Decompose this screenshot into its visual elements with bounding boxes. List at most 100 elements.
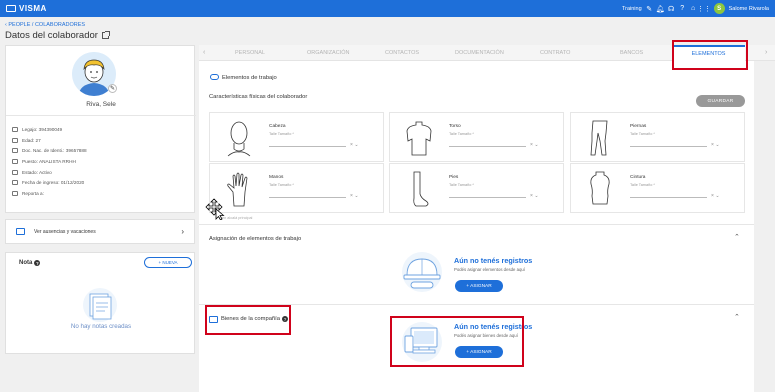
chevron-down-icon[interactable]: ⌄ — [715, 142, 719, 148]
info-text: Doc. Nac. de Identi.: 39657888 — [22, 148, 87, 154]
torso-icon — [406, 121, 432, 156]
logo-mark-icon — [6, 5, 16, 12]
body-part-label: Pies — [449, 175, 459, 180]
notes-illustration-icon — [83, 288, 117, 322]
size-select[interactable] — [269, 146, 346, 147]
apps-grid-icon[interactable]: ⋮⋮ — [697, 5, 711, 13]
size-label: Talle Tamaño * — [630, 132, 655, 136]
info-text: Puesto: ANALISTA RRHH — [22, 158, 76, 164]
size-select[interactable] — [449, 146, 526, 147]
body-card-piernas: Piernas Talle Tamaño * × ⌄ — [570, 112, 745, 162]
tab-scroll-right-icon[interactable]: › — [765, 49, 767, 56]
home-icon[interactable]: ⌂ — [690, 5, 697, 12]
clear-icon[interactable]: × — [530, 142, 533, 148]
size-label: Talle Tamaño * — [630, 183, 655, 187]
nota-title-text: Nota — [19, 260, 33, 266]
help-icon[interactable]: ? — [679, 5, 686, 12]
page-gutter — [754, 61, 775, 392]
vacations-label: Ver ausencias y vacaciones — [34, 228, 96, 235]
info-row-puesto: Puesto: ANALISTA RRHH — [12, 156, 87, 167]
body-card-cabeza: Cabeza Talle Tamaño * × ⌄ — [209, 112, 384, 162]
body-card-torso: Torso Talle Tamaño * × ⌄ — [389, 112, 564, 162]
size-select[interactable] — [630, 146, 707, 147]
cake-icon — [12, 137, 18, 143]
divider — [6, 115, 196, 116]
tab-bancos[interactable]: BANCOS — [620, 50, 643, 56]
vacation-icon — [16, 228, 25, 235]
info-row-reporta: Reporta a: — [12, 188, 87, 199]
clear-icon[interactable]: × — [711, 142, 714, 148]
tab-organizacion[interactable]: ORGANIZACIÓN — [307, 50, 349, 56]
annotation-box — [205, 305, 291, 335]
legs-icon — [590, 120, 608, 156]
chevron-down-icon[interactable]: ⌄ — [354, 142, 358, 148]
notifications-icon[interactable]: 🔔︎ — [656, 5, 665, 13]
chevron-down-icon[interactable]: ⌄ — [534, 142, 538, 148]
chevron-down-icon[interactable]: ⌄ — [354, 193, 358, 199]
size-select-controls[interactable]: × ⌄ — [711, 142, 720, 148]
size-select[interactable] — [449, 197, 526, 198]
assign-elements-button[interactable]: + ASIGNAR — [455, 280, 503, 292]
nota-card: Nota ? + NUEVA No hay notas creadas — [5, 252, 195, 354]
breadcrumb[interactable]: ‹ PEOPLE / COLABORADORES — [5, 22, 85, 28]
top-bar: VISMA Training ✎ 🔔︎ ☊ ? ⌂ ⋮⋮ S Salome Ri… — [0, 0, 775, 17]
tab-contactos[interactable]: CONTACTOS — [385, 50, 419, 56]
body-part-label: Piernas — [630, 124, 647, 129]
clear-icon[interactable]: × — [711, 193, 714, 199]
waist-icon — [590, 171, 610, 205]
chevron-up-icon[interactable]: ⌃ — [734, 233, 740, 241]
body-card-manos: Manos Talle Tamaño * × ⌄ — [209, 163, 384, 213]
move-cursor-icon — [205, 198, 225, 220]
chevron-down-icon[interactable]: ⌄ — [534, 193, 538, 199]
size-label: Talle Tamaño * — [449, 183, 474, 187]
tab-contrato[interactable]: CONTRATO — [540, 50, 570, 56]
info-row-edad: Edad: 27 — [12, 135, 87, 146]
logo-text: VISMA — [19, 4, 47, 13]
asignacion-empty-subtitle: Podés asignar elementos desde aquí — [454, 267, 525, 272]
asignacion-empty-title: Aún no tenés registros — [454, 256, 533, 265]
size-select-controls[interactable]: × ⌄ — [711, 193, 720, 199]
user-name[interactable]: Salome Rivarola — [729, 6, 769, 12]
edit-photo-icon[interactable]: ✎ — [108, 84, 117, 93]
page-title-text: Datos del colaborador — [5, 30, 98, 41]
help-icon[interactable]: ? — [34, 260, 41, 266]
topbar-actions: Training ✎ 🔔︎ ☊ ? ⌂ ⋮⋮ S Salome Rivarola — [622, 3, 769, 14]
tab-scroll-left-icon[interactable]: ‹ — [203, 49, 205, 56]
clear-icon[interactable]: × — [530, 193, 533, 199]
size-select-controls[interactable]: × ⌄ — [530, 142, 539, 148]
divider — [199, 224, 754, 225]
size-select-controls[interactable]: × ⌄ — [350, 142, 359, 148]
chevron-down-icon[interactable]: ⌄ — [715, 193, 719, 199]
info-text: Legajo: 394390049 — [22, 126, 63, 132]
head-icon — [227, 121, 251, 157]
clear-icon[interactable]: × — [350, 142, 353, 148]
chevron-up-icon[interactable]: ⌃ — [734, 313, 740, 321]
info-text: Estado: Activo — [22, 169, 52, 175]
annotation-box — [390, 316, 524, 367]
visma-logo[interactable]: VISMA — [6, 4, 47, 13]
annotation-box — [672, 40, 748, 70]
info-text: Fecha de ingreso: 01/12/2020 — [22, 180, 85, 186]
external-link-icon[interactable] — [101, 31, 110, 39]
info-text: Edad: 27 — [22, 137, 41, 143]
body-card-pies: Pies Talle Tamaño * × ⌄ — [389, 163, 564, 213]
notes-empty-state: No hay notas creadas — [70, 323, 132, 330]
headset-icon[interactable]: ☊ — [668, 5, 675, 13]
asignacion-header[interactable]: Asignación de elementos de trabajo — [209, 236, 301, 242]
user-avatar[interactable]: S — [713, 3, 725, 14]
size-select-controls[interactable]: × ⌄ — [350, 193, 359, 199]
body-card-cintura: Cintura Talle Tamaño * × ⌄ — [570, 163, 745, 213]
clear-icon[interactable]: × — [350, 193, 353, 199]
size-select[interactable] — [269, 197, 346, 198]
tab-documentacion[interactable]: DOCUMENTACIÓN — [455, 50, 504, 56]
info-row-fecha-ingreso: Fecha de ingreso: 01/12/2020 — [12, 177, 87, 188]
tab-personal[interactable]: PERSONAL — [235, 50, 265, 56]
profile-info-list: Legajo: 394390049 Edad: 27 Doc. Nac. de … — [12, 124, 87, 199]
new-note-button[interactable]: + NUEVA — [144, 257, 192, 268]
size-select-controls[interactable]: × ⌄ — [530, 193, 539, 199]
edit-icon[interactable]: ✎ — [646, 5, 653, 13]
save-button[interactable]: GUARDAR — [696, 95, 745, 107]
vacations-link[interactable]: Ver ausencias y vacaciones › — [5, 219, 195, 244]
physical-traits-title: Características físicas del colaborador — [209, 94, 308, 100]
size-select[interactable] — [630, 197, 707, 198]
